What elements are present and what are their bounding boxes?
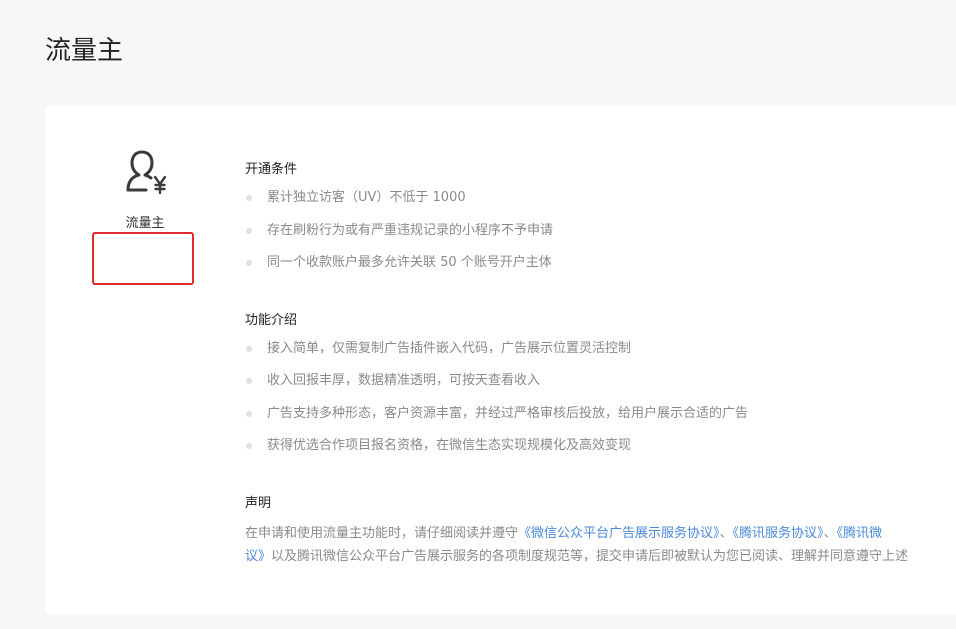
tencent-service-agreement-link[interactable]: 《腾讯服务协议》 — [733, 526, 824, 541]
features-list: 接入简单，仅需复制广告插件嵌入代码，广告展示位置灵活控制 收入回报丰厚，数据精准… — [245, 339, 956, 469]
list-item: 累计独立访客（UV）不低于 1000 — [245, 188, 956, 221]
info-card: 流量主 开通条件 累计独立访客（UV）不低于 1000 存在刷粉行为或有严重违规… — [45, 106, 956, 614]
highlight-box — [92, 232, 194, 285]
list-item: 获得优选合作项目报名资格，在微信生态实现规模化及高效变现 — [245, 436, 956, 469]
list-item: 存在刷粉行为或有严重违规记录的小程序不予申请 — [245, 221, 956, 254]
user-yen-icon — [126, 150, 167, 195]
role-summary: 流量主 — [105, 150, 185, 231]
separator: 、 — [719, 525, 733, 541]
tencent-wechat-agreement-link-cont[interactable]: 议》 — [245, 549, 271, 564]
details: 开通条件 累计独立访客（UV）不低于 1000 存在刷粉行为或有严重违规记录的小… — [245, 158, 956, 568]
tencent-wechat-agreement-link[interactable]: 《腾讯微 — [837, 526, 883, 541]
list-item: 收入回报丰厚，数据精准透明，可按天查看收入 — [245, 371, 956, 404]
statement-title: 声明 — [245, 495, 272, 511]
ad-service-agreement-link[interactable]: 《微信公众平台广告展示服务协议》 — [518, 526, 720, 541]
page-title: 流量主 — [45, 36, 124, 66]
features-title: 功能介绍 — [245, 312, 298, 328]
statement-line2-text: 以及腾讯微信公众平台广告展示服务的各项制度规范等，提交申请后即被默认为您已阅读、… — [271, 548, 909, 564]
separator: 、 — [823, 525, 837, 541]
list-item: 接入简单，仅需复制广告插件嵌入代码，广告展示位置灵活控制 — [245, 339, 956, 372]
list-item: 广告支持多种形态，客户资源丰富，并经过严格审核后投放，给用户展示合适的广告 — [245, 404, 956, 437]
conditions-list: 累计独立访客（UV）不低于 1000 存在刷粉行为或有严重违规记录的小程序不予申… — [245, 188, 956, 286]
statement-line1-text: 在申请和使用流量主功能时，请仔细阅读并遵守 — [245, 525, 519, 541]
role-label: 流量主 — [125, 216, 165, 231]
list-item: 同一个收款账户最多允许关联 50 个账号开户主体 — [245, 253, 956, 286]
statement-text: 在申请和使用流量主功能时，请仔细阅读并遵守《微信公众平台广告展示服务协议》、《腾… — [245, 522, 956, 568]
conditions-title: 开通条件 — [245, 162, 298, 177]
